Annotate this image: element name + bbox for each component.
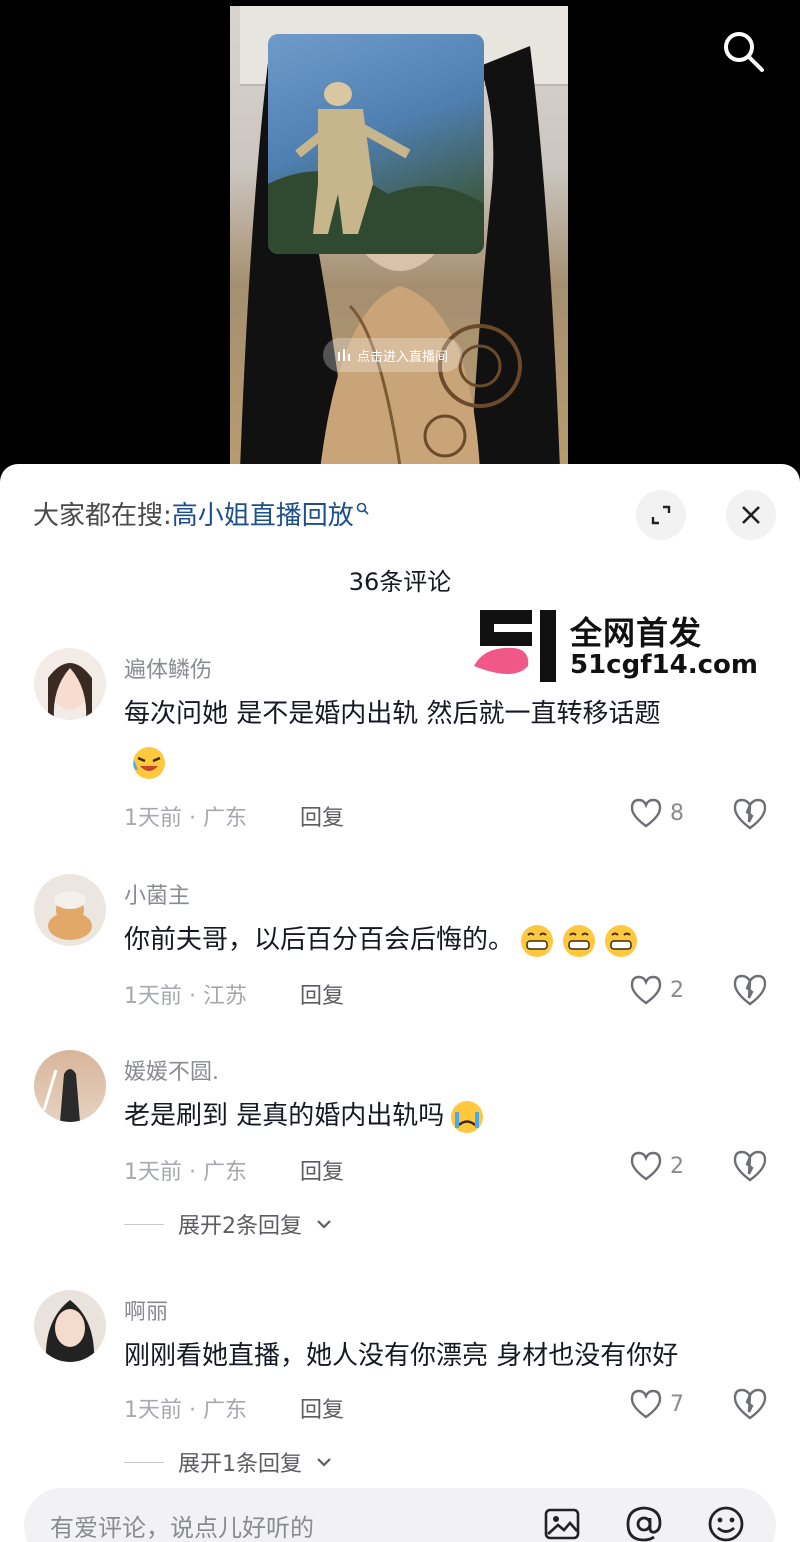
search-icon[interactable] — [718, 26, 768, 76]
laughing-crying-emoji — [133, 747, 165, 779]
comment-text-body: 每次问她 是不是婚内出轨 然后就一直转移话题 — [124, 699, 661, 729]
comment-username[interactable]: 小菌主 — [124, 878, 190, 910]
live-bars-icon — [338, 349, 350, 361]
comment-text: 刚刚看她直播，她人没有你漂亮 身材也没有你好 — [124, 1334, 678, 1378]
broken-heart-icon[interactable] — [733, 797, 767, 831]
close-sheet-button[interactable] — [726, 490, 776, 540]
search-small-icon — [356, 502, 369, 515]
expand-replies-button[interactable]: 展开1条回复 — [124, 1446, 332, 1478]
comment-username[interactable]: 遍体鳞伤 — [124, 652, 212, 684]
like-button[interactable]: 7 — [630, 1389, 684, 1419]
expand-replies-button[interactable]: 展开2条回复 — [124, 1208, 332, 1240]
comment-username[interactable]: 啊丽 — [124, 1294, 168, 1326]
enter-live-room-button[interactable]: 点击进入直播间 — [323, 338, 463, 372]
like-count: 7 — [670, 1391, 684, 1417]
grinning-emoji — [605, 924, 638, 957]
broken-heart-icon[interactable] — [733, 1387, 767, 1421]
like-count: 8 — [670, 800, 684, 826]
watermark-line2: 51cgf14.com — [570, 650, 758, 680]
comment-username[interactable]: 媛媛不圆. — [124, 1054, 219, 1086]
enter-live-room-label: 点击进入直播间 — [357, 349, 449, 365]
emoji-icon[interactable] — [706, 1504, 746, 1542]
crying-emoji — [451, 1100, 484, 1133]
chevron-down-icon — [317, 1458, 331, 1467]
at-mention-icon[interactable] — [624, 1504, 664, 1542]
reply-button[interactable]: 回复 — [300, 978, 344, 1010]
heart-icon — [630, 798, 662, 828]
comment-time-location: 1天前 · 广东 — [124, 806, 247, 831]
trending-search[interactable]: 大家都在搜:高小姐直播回放 — [33, 498, 370, 534]
image-icon[interactable] — [542, 1504, 582, 1542]
comment-text-body: 你前夫哥，以后百分百会后悔的。 — [124, 925, 515, 955]
like-count: 2 — [670, 977, 684, 1003]
close-icon — [742, 506, 760, 524]
divider — [124, 1223, 164, 1225]
like-button[interactable]: 2 — [630, 1151, 684, 1181]
comment-input-placeholder[interactable]: 有爱评论，说点儿好听的 — [50, 1508, 314, 1542]
expand-replies-label: 展开1条回复 — [178, 1452, 302, 1477]
comment-count: 36条评论 — [348, 568, 452, 596]
reply-button[interactable]: 回复 — [300, 800, 344, 832]
comment-time-location: 1天前 · 广东 — [124, 1160, 247, 1185]
comment-time-location: 1天前 · 江苏 — [124, 984, 247, 1009]
like-button[interactable]: 2 — [630, 975, 684, 1005]
reply-button[interactable]: 回复 — [300, 1392, 344, 1424]
expand-icon — [651, 505, 671, 525]
comment-time-location: 1天前 · 广东 — [124, 1398, 247, 1423]
avatar[interactable] — [34, 1050, 106, 1122]
comment-text-body: 老是刷到 是真的婚内出轨吗 — [124, 1101, 445, 1131]
grinning-emoji — [521, 924, 554, 957]
divider — [124, 1461, 164, 1463]
video-player[interactable]: 点击进入直播间 — [0, 0, 800, 470]
watermark-line1: 全网首发 — [570, 614, 703, 652]
expand-replies-label: 展开2条回复 — [178, 1214, 302, 1239]
comment-text: 每次问她 是不是婚内出轨 然后就一直转移话题 — [124, 692, 661, 736]
broken-heart-icon[interactable] — [733, 1149, 767, 1183]
like-button[interactable]: 8 — [630, 798, 684, 828]
comment-text: 老是刷到 是真的婚内出轨吗 — [124, 1094, 486, 1138]
grinning-emoji — [563, 924, 596, 957]
trending-label: 大家都在搜: — [33, 501, 172, 531]
broken-heart-icon[interactable] — [733, 973, 767, 1007]
avatar[interactable] — [34, 1290, 106, 1362]
reply-button[interactable]: 回复 — [300, 1154, 344, 1186]
overlay-image — [268, 34, 484, 254]
avatar[interactable] — [34, 874, 106, 946]
trending-query-link[interactable]: 高小姐直播回放 — [172, 501, 354, 531]
chevron-down-icon — [317, 1220, 331, 1229]
heart-icon — [630, 1151, 662, 1181]
comment-text-body: 刚刚看她直播，她人没有你漂亮 身材也没有你好 — [124, 1341, 679, 1371]
heart-icon — [630, 975, 662, 1005]
avatar[interactable] — [34, 648, 106, 720]
like-count: 2 — [670, 1153, 684, 1179]
expand-sheet-button[interactable] — [636, 490, 686, 540]
heart-icon — [630, 1389, 662, 1419]
comment-text: 你前夫哥，以后百分百会后悔的。 — [124, 918, 640, 962]
